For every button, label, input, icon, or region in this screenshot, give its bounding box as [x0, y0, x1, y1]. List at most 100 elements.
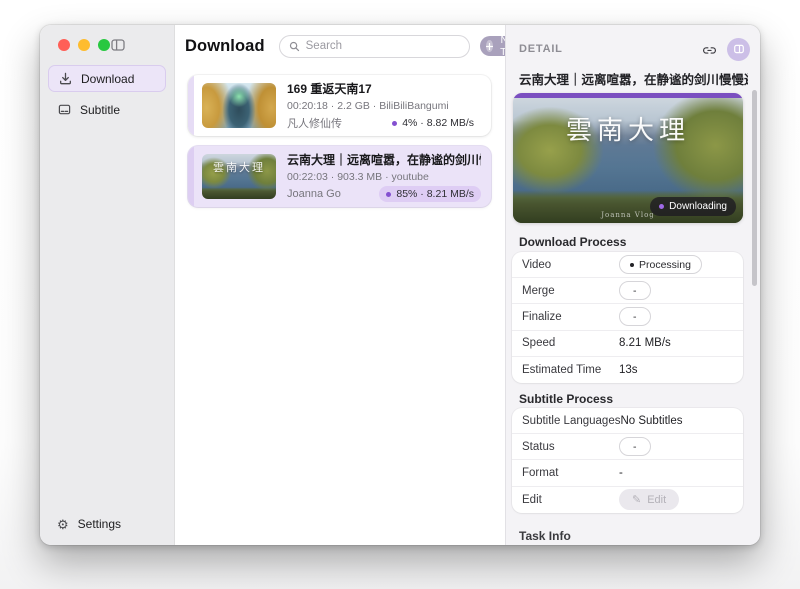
merge-status-pill: -: [619, 281, 651, 300]
row-label: Video: [522, 259, 619, 271]
download-process-card: Video Processing Merge - Finalize - Spee…: [512, 252, 743, 383]
card-accent-rail: [188, 146, 194, 207]
subtitle-process-heading: Subtitle Process: [519, 392, 613, 406]
row-label: Subtitle Languages: [522, 415, 620, 427]
detail-heading: DETAIL: [519, 43, 563, 55]
link-icon: [702, 42, 717, 57]
row-merge: Merge -: [512, 278, 743, 304]
subtitle-languages-value: No Subtitles: [620, 415, 682, 427]
task-thumbnail: [202, 83, 276, 128]
pill-label: -: [633, 441, 637, 453]
task-meta: 00:20:18 · 2.2 GB · BiliBiliBangumi: [287, 100, 481, 112]
plus-icon: [486, 40, 493, 52]
speed-value: 8.21 MB/s: [619, 337, 671, 349]
page-title: Download: [185, 37, 265, 56]
row-label: Status: [522, 441, 619, 453]
sidebar-item-settings[interactable]: ⚙ Settings: [57, 517, 121, 531]
download-icon: [58, 72, 72, 86]
row-label: Edit: [522, 494, 619, 506]
task-info: 169 重返天南17 00:20:18 · 2.2 GB · BiliBiliB…: [287, 80, 481, 131]
row-subtitle-format: Format -: [512, 460, 743, 486]
task-progress: 4% · 8.82 MB/s: [385, 115, 481, 131]
row-label: Merge: [522, 285, 619, 297]
row-subtitle-languages: Subtitle Languages No Subtitles: [512, 408, 743, 434]
video-status-pill: Processing: [619, 255, 702, 274]
zoom-window-button[interactable]: [98, 39, 110, 51]
progress-dot-icon: [386, 192, 391, 197]
row-label: Estimated Time: [522, 364, 619, 376]
task-card-2[interactable]: 雲南大理 云南大理｜远离喧嚣，在静谧的剑川慢慢... 00:22:03 · 90…: [188, 146, 491, 207]
toggle-detail-panel-button[interactable]: [727, 38, 750, 61]
task-thumbnail: 雲南大理: [202, 154, 276, 199]
task-author: Joanna Go: [287, 188, 341, 200]
search-box[interactable]: [279, 35, 470, 58]
task-title: 169 重返天南17: [287, 80, 481, 97]
sidebar-item-label: Download: [81, 72, 134, 86]
finalize-status-pill: -: [619, 307, 651, 326]
gear-icon: ⚙: [57, 518, 69, 531]
window-controls: [58, 39, 110, 51]
progress-text: 4% · 8.82 MB/s: [402, 117, 474, 129]
desktop-background: Download Subtitle ⚙ Settings Do: [0, 0, 800, 589]
subtitle-format-value: -: [619, 467, 623, 479]
download-header: Download New Task: [175, 25, 505, 67]
download-panel: Download New Task: [175, 25, 505, 545]
task-card-1[interactable]: 169 重返天南17 00:20:18 · 2.2 GB · BiliBiliB…: [188, 75, 491, 136]
thumbnail-overlay-text: 雲南大理: [513, 110, 743, 147]
pencil-icon: ✎: [632, 493, 641, 506]
download-process-heading: Download Process: [519, 235, 626, 249]
open-link-button[interactable]: [702, 42, 717, 57]
row-label: Speed: [522, 337, 619, 349]
sidebar-item-download[interactable]: Download: [48, 65, 166, 92]
detail-video-title: 云南大理｜远离喧嚣，在静谧的剑川慢慢逛｜千...: [519, 69, 748, 88]
task-info: 云南大理｜远离喧嚣，在静谧的剑川慢慢... 00:22:03 · 903.3 M…: [287, 151, 481, 202]
row-video: Video Processing: [512, 252, 743, 278]
task-title: 云南大理｜远离喧嚣，在静谧的剑川慢慢...: [287, 151, 481, 168]
status-dot-icon: [659, 204, 664, 209]
pill-label: Processing: [639, 259, 691, 271]
task-info-heading: Task Info: [519, 529, 571, 543]
sidebar-item-subtitle[interactable]: Subtitle: [48, 96, 166, 123]
pill-label: -: [633, 285, 637, 297]
edit-subtitle-button[interactable]: ✎ Edit: [619, 489, 679, 510]
card-accent-rail: [188, 75, 194, 136]
sidebar-nav: Download Subtitle: [48, 65, 166, 123]
row-subtitle-edit: Edit ✎ Edit: [512, 487, 743, 513]
task-progress: 85% · 8.21 MB/s: [379, 186, 481, 202]
estimated-time-value: 13s: [619, 364, 638, 376]
detail-scrollbar[interactable]: [752, 90, 757, 286]
search-input[interactable]: [306, 40, 460, 52]
status-badge: Downloading: [650, 197, 736, 216]
status-badge-label: Downloading: [669, 201, 727, 212]
detail-panel: DETAIL 云南大理｜远离喧嚣，在静谧的剑川慢慢逛｜千...: [505, 25, 760, 545]
subtitle-status-pill: -: [619, 437, 651, 456]
sidebar: Download Subtitle ⚙ Settings: [40, 25, 175, 545]
search-icon: [289, 41, 300, 52]
close-window-button[interactable]: [58, 39, 70, 51]
task-meta: 00:22:03 · 903.3 MB · youtube: [287, 171, 481, 183]
pill-dot-icon: [630, 263, 634, 267]
panel-icon: [733, 43, 745, 55]
row-estimated-time: Estimated Time 13s: [512, 357, 743, 383]
thumbnail-overlay-text: 雲南大理: [202, 159, 276, 175]
edit-button-label: Edit: [647, 494, 666, 506]
progress-dot-icon: [392, 121, 397, 126]
sidebar-item-label: Subtitle: [80, 103, 120, 117]
row-label: Format: [522, 467, 619, 479]
detail-thumbnail: 雲南大理 Joanna Vlog Downloading: [513, 93, 743, 223]
row-label: Finalize: [522, 311, 619, 323]
progress-text: 85% · 8.21 MB/s: [396, 188, 474, 200]
app-window: Download Subtitle ⚙ Settings Do: [40, 25, 760, 545]
row-finalize: Finalize -: [512, 304, 743, 330]
thumbnail-image: 雲南大理 Joanna Vlog Downloading: [513, 98, 743, 223]
row-speed: Speed 8.21 MB/s: [512, 331, 743, 357]
subtitle-process-card: Subtitle Languages No Subtitles Status -…: [512, 408, 743, 513]
settings-label: Settings: [78, 517, 121, 531]
minimize-window-button[interactable]: [78, 39, 90, 51]
subtitle-icon: [57, 103, 71, 117]
detail-header: DETAIL: [519, 37, 750, 61]
sidebar-toggle-icon[interactable]: [110, 37, 126, 53]
row-subtitle-status: Status -: [512, 434, 743, 460]
pill-label: -: [633, 311, 637, 323]
task-author: 凡人修仙传: [287, 115, 342, 131]
